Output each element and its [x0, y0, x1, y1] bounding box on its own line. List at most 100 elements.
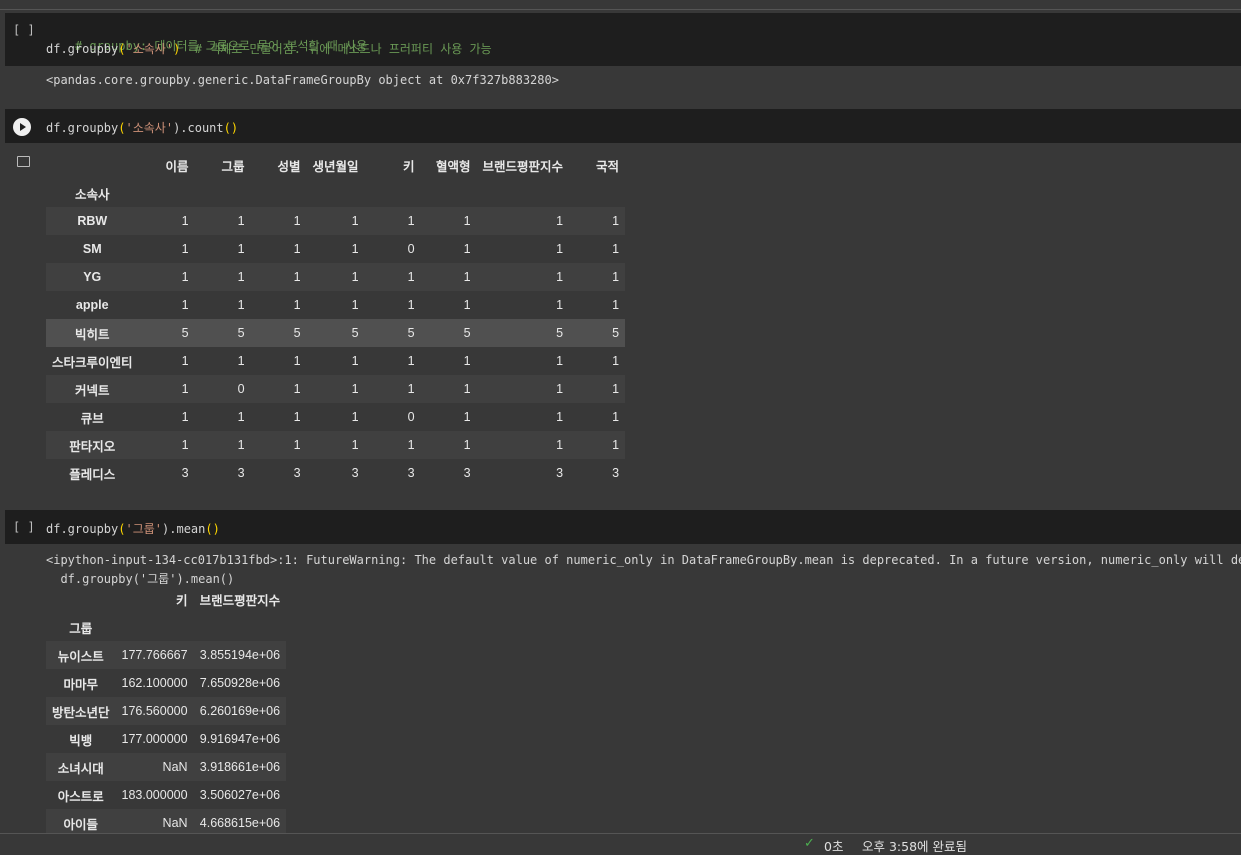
mean-dataframe: 키 브랜드평판지수 그룹 뉴이스트 177.766667 3.855194e+06 마마…	[46, 585, 287, 837]
table-row: 플레디스 3 3 3 3 3 3 3 3	[46, 459, 626, 487]
code-cell-3[interactable]: [ ] df.groupby('그룹').mean()	[5, 510, 1241, 544]
table-cell: 1	[612, 270, 620, 284]
row-index: 빅히트	[75, 327, 110, 342]
row-index: RBW	[77, 214, 108, 228]
row-index: 뉴이스트	[57, 649, 104, 664]
table-cell: 3	[612, 466, 620, 480]
table-cell: 1	[556, 242, 564, 256]
table-cell: 3	[293, 466, 301, 480]
table-row: 방탄소년단 176.560000 6.260169e+06	[46, 697, 287, 725]
table-cell: 1	[181, 214, 189, 228]
column-header: 생년월일	[312, 159, 359, 174]
table-row: apple 1 1 1 1 1 1 1 1	[46, 291, 626, 319]
row-index: 빅뱅	[69, 733, 93, 748]
table-cell: 1	[556, 438, 564, 452]
table-row: 아스트로 183.000000 3.506027e+06	[46, 781, 287, 809]
table-cell: 0	[407, 410, 415, 424]
table-cell: 1	[237, 410, 245, 424]
output-toggle-icon[interactable]	[17, 156, 30, 167]
table-cell: 1	[237, 214, 245, 228]
top-toolbar	[0, 0, 1241, 10]
table-row: 큐브 1 1 1 1 0 1 1 1	[46, 403, 626, 431]
table-cell: 3	[407, 466, 415, 480]
table-row: 커넥트 1 0 1 1 1 1 1 1	[46, 375, 626, 403]
column-header: 성별	[277, 159, 301, 174]
code-cell-1[interactable]: [ ] # groupby: 데이터를 그룹으로 묶어 분석할 때 사용 df.…	[5, 13, 1241, 66]
table-row: RBW 1 1 1 1 1 1 1 1	[46, 207, 626, 235]
table-row: 뉴이스트 177.766667 3.855194e+06	[46, 641, 287, 669]
index-name: 소속사	[75, 187, 110, 202]
table-cell: 3	[351, 466, 359, 480]
table-cell: 1	[556, 354, 564, 368]
table-cell: 1	[556, 410, 564, 424]
table-row: 빅히트 5 5 5 5 5 5 5 5	[46, 319, 626, 347]
table-cell: 177.000000	[121, 732, 188, 746]
table-cell: 1	[407, 438, 415, 452]
column-header: 혈액형	[436, 159, 471, 174]
table-cell: 5	[556, 326, 564, 340]
table-cell: 1	[181, 354, 189, 368]
code-cell-2[interactable]: df.groupby('소속사').count()	[5, 109, 1241, 143]
table-cell: 1	[293, 298, 301, 312]
table-cell: 1	[407, 214, 415, 228]
table-cell: 1	[293, 242, 301, 256]
table-cell: 1	[556, 214, 564, 228]
table-cell: 1	[612, 242, 620, 256]
cell-1-run-bracket[interactable]: [ ]	[13, 23, 35, 37]
table-cell: 1	[463, 382, 471, 396]
table-cell: 1	[556, 270, 564, 284]
table-cell: 183.000000	[121, 788, 188, 802]
row-index: YG	[83, 270, 102, 284]
table-cell: 1	[612, 214, 620, 228]
table-cell: 1	[351, 438, 359, 452]
row-index: SM	[82, 242, 102, 256]
row-index: 판타지오	[69, 439, 116, 454]
warning-line-1: <ipython-input-134-cc017b131fbd>:1: Futu…	[46, 553, 1241, 567]
table-cell: 1	[463, 214, 471, 228]
column-header: 브랜드평판지수	[199, 593, 281, 608]
count-dataframe: 이름 그룹 성별 생년월일 키 혈액형 브랜드평판지수 국적 소속사 RBW 1 1 1 1 1 1 1 1 S…	[46, 151, 626, 487]
table-cell: 1	[407, 382, 415, 396]
column-header: 키	[176, 593, 188, 608]
row-index: 플레디스	[69, 467, 116, 482]
table-cell: 5	[181, 326, 189, 340]
run-cell-button[interactable]	[13, 118, 31, 136]
table-cell: 3	[237, 466, 245, 480]
table-header-row: 이름 그룹 성별 생년월일 키 혈액형 브랜드평판지수 국적	[46, 151, 625, 179]
row-index: 스타크루이엔티	[52, 355, 133, 370]
table-cell: 176.560000	[121, 704, 188, 718]
table-cell: 3.506027e+06	[199, 788, 281, 802]
table-cell: NaN	[162, 760, 188, 774]
table-cell: 1	[293, 438, 301, 452]
table-cell: 1	[556, 298, 564, 312]
column-header: 브랜드평판지수	[482, 159, 564, 174]
table-cell: 3	[463, 466, 471, 480]
cell-2-line-1[interactable]: df.groupby('소속사').count()	[46, 119, 238, 136]
table-cell: 6.260169e+06	[199, 704, 281, 718]
table-cell: 5	[407, 326, 415, 340]
table-cell: 1	[612, 410, 620, 424]
cell-3-line-1[interactable]: df.groupby('그룹').mean()	[46, 520, 220, 537]
table-cell: 1	[351, 410, 359, 424]
table-cell: 1	[463, 354, 471, 368]
table-cell: 1	[181, 410, 189, 424]
table-cell: 1	[612, 438, 620, 452]
table-header-row: 키 브랜드평판지수	[46, 585, 286, 613]
table-cell: 1	[612, 298, 620, 312]
table-cell: 1	[351, 242, 359, 256]
table-cell: 5	[351, 326, 359, 340]
table-cell: 1	[407, 354, 415, 368]
table-cell: 3.918661e+06	[199, 760, 281, 774]
table-cell: 1	[237, 298, 245, 312]
table-row: 스타크루이엔티 1 1 1 1 1 1 1 1	[46, 347, 626, 375]
column-header: 이름	[165, 159, 189, 174]
table-cell: 1	[351, 382, 359, 396]
table-cell: 1	[181, 270, 189, 284]
index-name-row: 소속사	[46, 179, 625, 207]
table-row: 마마무 162.100000 7.650928e+06	[46, 669, 287, 697]
completed-time: 오후 3:58에 완료됨	[862, 839, 968, 854]
table-cell: 1	[237, 438, 245, 452]
table-cell: 1	[293, 214, 301, 228]
cell-1-line-2[interactable]: df.groupby('소속사') # 객체로 만들어짐. 뒤에 메소드나 프러…	[46, 40, 492, 57]
cell-3-run-bracket[interactable]: [ ]	[13, 520, 35, 534]
